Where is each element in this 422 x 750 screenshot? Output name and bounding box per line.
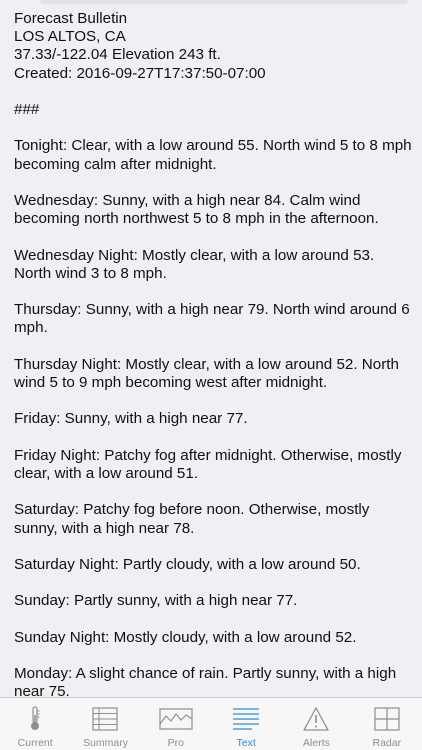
bulletin-title: Forecast Bulletin (14, 10, 128, 27)
location-name: LOS ALTOS, CA (14, 28, 126, 46)
tab-pro[interactable]: Pro (141, 698, 211, 750)
top-strip (40, 0, 408, 4)
forecast-paragraph: Friday Night: Patchy fog after midnight.… (14, 446, 402, 482)
forecast-paragraph: Monday: A slight chance of rain. Partly … (14, 665, 397, 698)
text-lines-icon (233, 708, 260, 730)
tab-current-label: Current (17, 737, 53, 749)
forecast-paragraph: Sunday: Partly sunny, with a high near 7… (14, 592, 298, 610)
tab-alerts[interactable]: Alerts (281, 698, 351, 750)
tab-radar[interactable]: Radar (352, 698, 422, 750)
summary-list-icon (92, 707, 119, 731)
tab-text[interactable]: Text (211, 698, 281, 750)
created-timestamp: Created: 2016-09-27T17:37:50-07:00 (14, 64, 266, 82)
forecast-text-view[interactable]: Forecast Bulletin LOS ALTOS, CA 37.33/-1… (14, 10, 412, 698)
tab-summary-label: Summary (83, 737, 128, 749)
forecast-paragraph: Wednesday Night: Mostly clear, with a lo… (14, 246, 375, 282)
tab-pro-label: Pro (167, 737, 184, 749)
tab-alerts-label: Alerts (303, 737, 330, 749)
tab-bar: Current Summary Pro Text Alerts Radar (0, 697, 422, 750)
tab-summary[interactable]: Summary (70, 698, 140, 750)
forecast-paragraph: Saturday Night: Partly cloudy, with a lo… (14, 555, 361, 573)
coordinates-elevation: 37.33/-122.04 Elevation 243 ft. (14, 46, 221, 64)
alert-triangle-icon (303, 707, 330, 731)
tab-radar-label: Radar (372, 737, 402, 749)
tab-text-label: Text (236, 737, 256, 749)
forecast-paragraph: Tonight: Clear, with a low around 55. No… (14, 137, 412, 173)
forecast-paragraph: Friday: Sunny, with a high near 77. (14, 410, 248, 428)
section-separator: ### (14, 101, 40, 118)
forecast-paragraph: Sunday Night: Mostly cloudy, with a low … (14, 628, 357, 646)
thermometer-icon (31, 706, 40, 730)
forecast-paragraph: Thursday Night: Mostly clear, with a low… (14, 355, 399, 391)
radar-grid-icon (374, 707, 400, 731)
tab-current[interactable]: Current (0, 698, 70, 750)
pro-chart-icon (159, 708, 193, 730)
forecast-paragraph: Wednesday: Sunny, with a high near 84. C… (14, 191, 379, 228)
forecast-paragraph: Thursday: Sunny, with a high near 79. No… (14, 301, 410, 337)
forecast-paragraph: Saturday: Patchy fog before noon. Otherw… (14, 501, 370, 537)
